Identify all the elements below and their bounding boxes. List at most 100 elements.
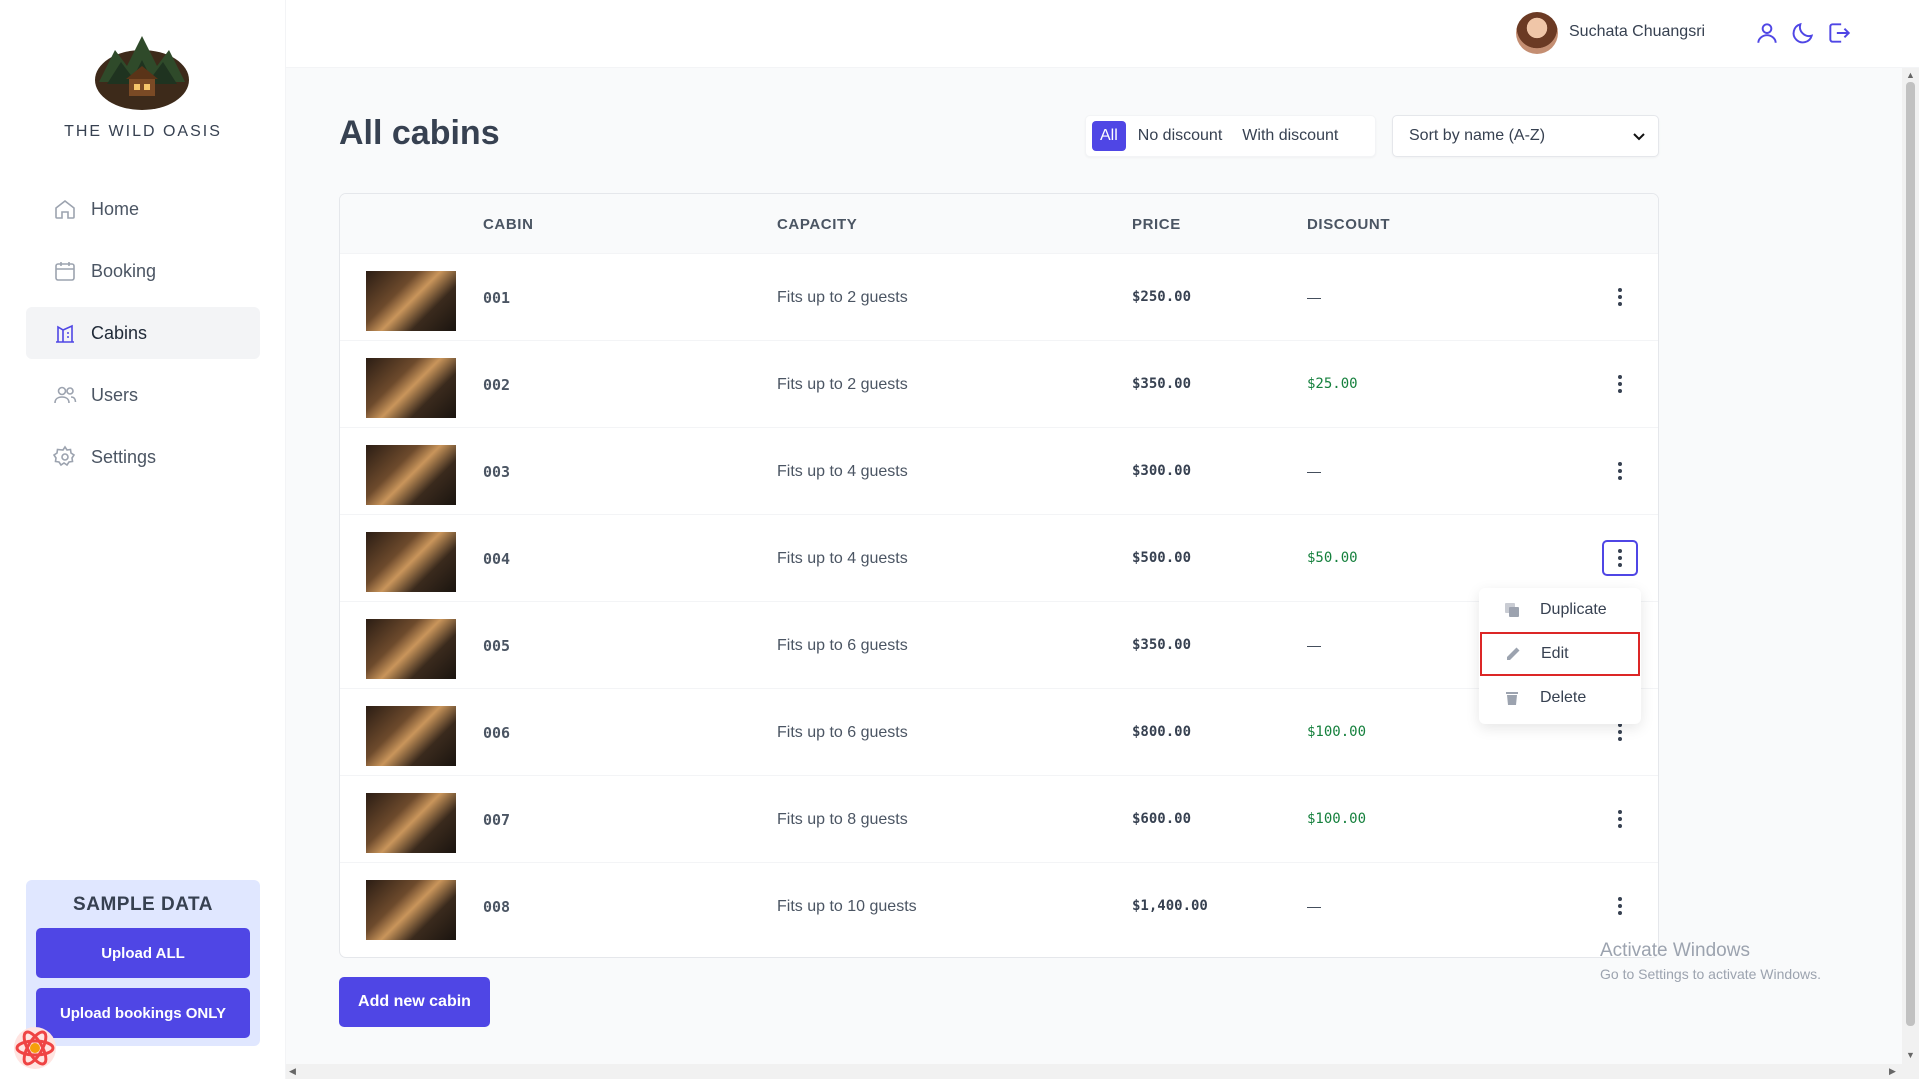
row-menu-button[interactable] <box>1602 279 1638 315</box>
sort-select[interactable]: Sort by name (A-Z) <box>1392 115 1659 157</box>
users-icon <box>53 383 77 407</box>
row-menu-button[interactable] <box>1602 453 1638 489</box>
horizontal-scrollbar[interactable]: ◀ ▶ <box>286 1064 1919 1079</box>
user-icon[interactable] <box>1754 20 1780 46</box>
sidebar-item-label: Users <box>91 384 139 405</box>
cabin-capacity: Fits up to 6 guests <box>777 637 908 654</box>
sidebar-item-cabins[interactable]: Cabins <box>26 307 260 359</box>
cabin-name: 006 <box>483 724 511 742</box>
gear-icon <box>53 445 77 469</box>
cabin-name: 002 <box>483 376 511 394</box>
kebab-icon <box>1618 896 1622 917</box>
filter-with-discount[interactable]: With discount <box>1234 121 1346 151</box>
scroll-up-icon[interactable]: ▲ <box>1906 70 1915 80</box>
cabin-capacity: Fits up to 4 guests <box>777 550 908 567</box>
cabins-icon <box>53 321 77 345</box>
scrollbar-thumb[interactable] <box>1906 82 1915 1026</box>
sidebar-item-label: Settings <box>91 446 157 467</box>
row-menu-button[interactable] <box>1602 801 1638 837</box>
sidebar: THE WILD OASIS Home Booking Cabins Users… <box>0 0 286 1079</box>
row-menu-button-open[interactable] <box>1602 540 1638 576</box>
cabin-discount: — <box>1307 637 1321 653</box>
row-menu-button[interactable] <box>1602 366 1638 402</box>
sort-select-value: Sort by name (A-Z) <box>1409 127 1546 144</box>
table-row: 008 Fits up to 10 guests $1,400.00 — <box>340 863 1658 950</box>
kebab-icon <box>1618 374 1622 395</box>
table-row: 007 Fits up to 8 guests $600.00 $100.00 <box>340 776 1658 863</box>
upload-all-button[interactable]: Upload ALL <box>36 928 250 978</box>
cabin-capacity: Fits up to 4 guests <box>777 463 908 480</box>
sidebar-item-users[interactable]: Users <box>26 369 260 421</box>
sidebar-item-booking[interactable]: Booking <box>26 245 260 297</box>
cabin-discount: — <box>1307 463 1321 479</box>
sidebar-item-home[interactable]: Home <box>26 183 260 235</box>
table-row: 006 Fits up to 6 guests $800.00 $100.00 <box>340 689 1658 776</box>
cabin-price: $350.00 <box>1132 637 1192 653</box>
avatar <box>1516 12 1558 54</box>
table-row: 002 Fits up to 2 guests $350.00 $25.00 <box>340 341 1658 428</box>
cabin-image <box>366 793 456 853</box>
cabin-image <box>366 445 456 505</box>
vertical-scrollbar[interactable]: ▲ ▼ <box>1902 68 1919 1064</box>
duplicate-icon <box>1505 603 1519 617</box>
cabin-image <box>366 271 456 331</box>
moon-icon[interactable] <box>1790 20 1816 46</box>
scroll-down-icon[interactable]: ▼ <box>1906 1050 1915 1060</box>
cabin-capacity: Fits up to 2 guests <box>777 289 908 306</box>
filter-all[interactable]: All <box>1092 121 1126 151</box>
table-header: CABIN CAPACITY PRICE DISCOUNT <box>340 194 1658 254</box>
scroll-left-icon[interactable]: ◀ <box>289 1066 296 1077</box>
filter-no-discount[interactable]: No discount <box>1130 121 1231 151</box>
menu-item-delete[interactable]: Delete <box>1479 676 1641 720</box>
watermark-subtitle: Go to Settings to activate Windows. <box>1600 966 1821 982</box>
cabin-price: $350.00 <box>1132 376 1192 392</box>
cabin-name: 003 <box>483 463 511 481</box>
cabin-discount: — <box>1307 289 1321 305</box>
sidebar-nav: Home Booking Cabins Users Settings <box>26 183 260 493</box>
cabin-price: $1,400.00 <box>1132 898 1208 914</box>
logout-icon[interactable] <box>1826 20 1852 46</box>
cabin-capacity: Fits up to 10 guests <box>777 898 917 915</box>
cabin-name: 007 <box>483 811 511 829</box>
cabin-discount: $25.00 <box>1307 376 1358 392</box>
upload-bookings-button[interactable]: Upload bookings ONLY <box>36 988 250 1038</box>
sidebar-item-label: Cabins <box>91 322 148 343</box>
add-new-cabin-button[interactable]: Add new cabin <box>339 977 490 1027</box>
cabin-price: $800.00 <box>1132 724 1192 740</box>
row-menu-button[interactable] <box>1602 888 1638 924</box>
header-discount: DISCOUNT <box>1307 216 1391 233</box>
table-row: 005 Fits up to 6 guests $350.00 — <box>340 602 1658 689</box>
cabin-price: $250.00 <box>1132 289 1192 305</box>
cabins-table: CABIN CAPACITY PRICE DISCOUNT 001 Fits u… <box>339 193 1659 958</box>
menu-item-label: Delete <box>1540 689 1587 706</box>
sidebar-item-label: Home <box>91 198 140 219</box>
kebab-icon <box>1618 461 1622 482</box>
kebab-icon <box>1618 722 1622 743</box>
user-name: Suchata Chuangsri <box>1569 23 1706 40</box>
chevron-down-icon <box>1633 133 1645 141</box>
trash-icon <box>1506 692 1518 705</box>
react-query-devtools-icon[interactable] <box>12 1025 58 1071</box>
calendar-icon <box>53 259 77 283</box>
sidebar-item-settings[interactable]: Settings <box>26 431 260 483</box>
cabin-name: 005 <box>483 637 511 655</box>
cabin-name: 004 <box>483 550 511 568</box>
cabin-image <box>366 880 456 940</box>
table-row: 001 Fits up to 2 guests $250.00 — <box>340 254 1658 341</box>
menu-item-label: Edit <box>1541 645 1569 662</box>
page-title: All cabins <box>339 114 500 152</box>
header-price: PRICE <box>1132 216 1181 233</box>
cabin-capacity: Fits up to 2 guests <box>777 376 908 393</box>
menu-item-edit[interactable]: Edit <box>1480 632 1640 676</box>
header-cabin: CABIN <box>483 216 534 233</box>
cabin-price: $300.00 <box>1132 463 1192 479</box>
cabin-name: 001 <box>483 289 511 307</box>
discount-filter: All No discount With discount <box>1085 115 1376 157</box>
pencil-icon <box>1507 647 1520 660</box>
cabin-price: $500.00 <box>1132 550 1192 566</box>
scroll-right-icon[interactable]: ▶ <box>1889 1066 1896 1077</box>
cabin-name: 008 <box>483 898 511 916</box>
activate-windows-watermark: Activate Windows Go to Settings to activ… <box>1600 940 1821 982</box>
menu-item-duplicate[interactable]: Duplicate <box>1479 588 1641 632</box>
cabin-image <box>366 532 456 592</box>
